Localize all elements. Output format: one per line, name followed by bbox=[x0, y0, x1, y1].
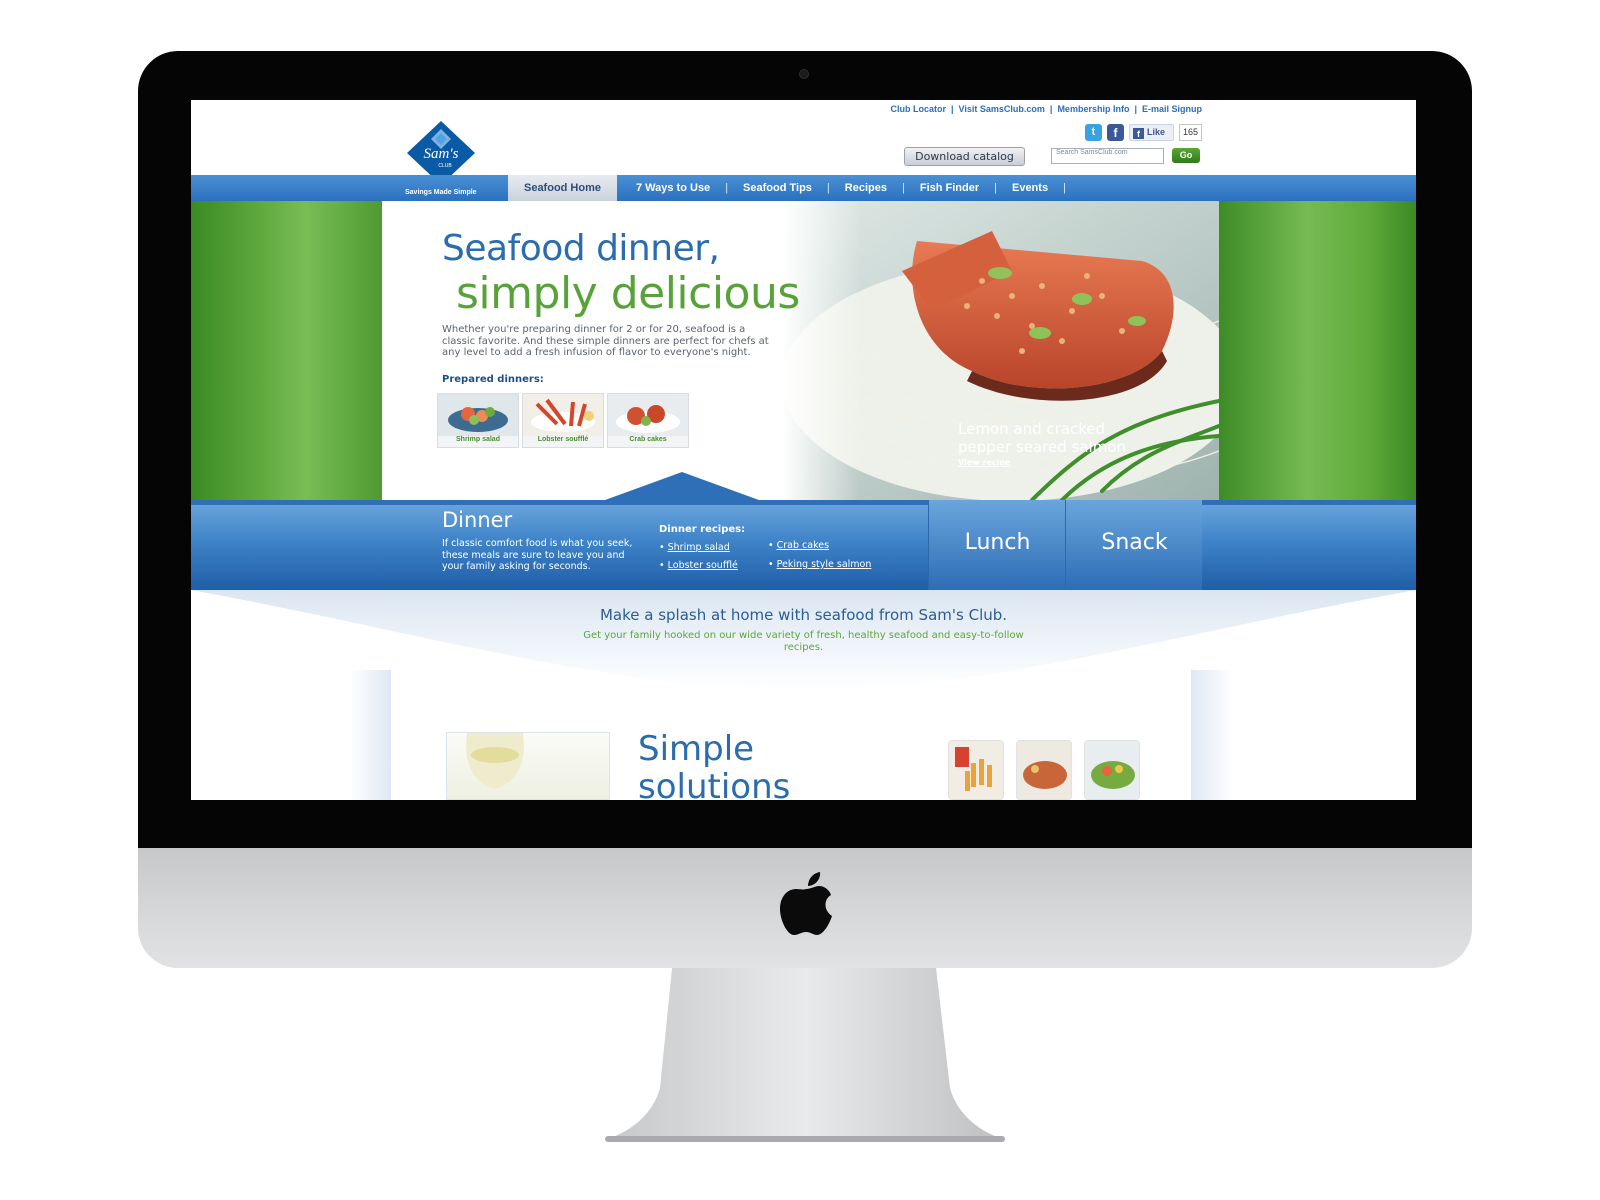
mini-thumb-salad[interactable] bbox=[1084, 740, 1140, 800]
link-separator: | bbox=[951, 104, 954, 114]
wine-glass-image bbox=[466, 733, 524, 789]
meal-band-pointer bbox=[594, 472, 770, 504]
recipe-link-text[interactable]: Crab cakes bbox=[777, 540, 829, 551]
salad-image bbox=[1085, 741, 1139, 799]
title-line1: Simple bbox=[638, 729, 755, 769]
recipe-link-peking-salmon[interactable]: • Peking style salmon bbox=[768, 559, 871, 570]
lobster-souffle-image bbox=[523, 394, 603, 436]
recipe-link-shrimp-salad[interactable]: • Shrimp salad bbox=[659, 542, 730, 553]
tab-lunch[interactable]: Lunch bbox=[928, 500, 1065, 590]
nav-separator: | bbox=[1063, 182, 1066, 194]
fish-fillet-image bbox=[1017, 741, 1071, 799]
hero-headline-line2: simply delicious bbox=[456, 268, 800, 319]
nav-items: 7 Ways to Use | Seafood Tips | Recipes | Fish … bbox=[617, 175, 1081, 201]
club-locator-link[interactable]: Club Locator bbox=[891, 104, 947, 114]
apple-logo-icon bbox=[780, 872, 832, 935]
nav-separator: | bbox=[826, 182, 830, 194]
nav-separator: | bbox=[725, 182, 729, 194]
thumb-crab-cakes[interactable]: Crab cakes bbox=[607, 393, 689, 448]
like-count: 165 bbox=[1179, 124, 1202, 141]
recipe-link-lobster-souffle[interactable]: • Lobster soufflé bbox=[659, 560, 738, 571]
logo-subword: CLUB bbox=[438, 163, 452, 169]
recipe-link-text[interactable]: Peking style salmon bbox=[777, 559, 872, 570]
link-separator: | bbox=[1049, 104, 1053, 114]
simple-solutions-title: Simple solutions bbox=[638, 730, 790, 800]
logo-tagline: Savings Made Simple bbox=[405, 189, 477, 196]
fries-image bbox=[949, 741, 1003, 799]
logo-wordmark: Sam's bbox=[424, 146, 459, 162]
lower-shadow-right bbox=[1191, 670, 1233, 800]
monitor-stand bbox=[605, 968, 1005, 1142]
splash-title: Make a splash at home with seafood from … bbox=[599, 606, 1008, 624]
mini-thumb-fries[interactable] bbox=[948, 740, 1004, 800]
utility-links: Club Locator | Visit SamsClub.com | Membersh… bbox=[891, 104, 1203, 114]
green-backdrop-left bbox=[191, 201, 382, 500]
dinner-description: If classic comfort food is what you seek… bbox=[442, 538, 633, 572]
thumb-label: Shrimp salad bbox=[456, 436, 500, 443]
download-catalog-button[interactable]: Download catalog bbox=[904, 147, 1025, 166]
camera-icon bbox=[799, 69, 809, 79]
thumb-label: Crab cakes bbox=[629, 436, 667, 443]
wine-image-card[interactable] bbox=[446, 732, 610, 800]
hero-intro-text: Whether you're preparing dinner for 2 or… bbox=[442, 324, 769, 358]
dinner-title[interactable]: Dinner bbox=[442, 508, 512, 532]
thumb-lobster-souffle[interactable]: Lobster soufflé bbox=[522, 393, 604, 448]
green-backdrop-right bbox=[1219, 201, 1416, 500]
photo-caption: Lemon and cracked pepper seared salmon bbox=[958, 420, 1127, 456]
visit-samsclub-link[interactable]: Visit SamsClub.com bbox=[959, 104, 1045, 114]
thumb-label: Lobster soufflé bbox=[537, 436, 589, 443]
link-separator: | bbox=[1134, 104, 1137, 114]
twitter-icon[interactable]: t bbox=[1085, 124, 1102, 141]
mini-thumb-fish-fillet[interactable] bbox=[1016, 740, 1072, 800]
hero-headline-line1: Seafood dinner, bbox=[442, 228, 720, 269]
tab-lunch-label: Lunch bbox=[964, 530, 1031, 555]
facebook-like-button[interactable]: f Like bbox=[1129, 124, 1174, 141]
search-input[interactable]: Search SamsClub.com bbox=[1051, 148, 1164, 164]
facebook-small-icon: f bbox=[1133, 128, 1144, 139]
meal-band-topline bbox=[191, 500, 1416, 505]
tab-seafood-tips[interactable]: Seafood Tips bbox=[743, 175, 812, 202]
tab-events[interactable]: Events bbox=[1012, 175, 1048, 202]
tab-fish-finder[interactable]: Fish Finder bbox=[920, 175, 979, 202]
title-line2: solutions bbox=[638, 767, 791, 800]
recipe-link-text[interactable]: Shrimp salad bbox=[668, 542, 730, 553]
view-recipe-link[interactable]: View recipe bbox=[958, 458, 1010, 467]
tab-7-ways[interactable]: 7 Ways to Use bbox=[636, 175, 710, 202]
tab-recipes[interactable]: Recipes bbox=[845, 175, 887, 202]
website-screen: Club Locator | Visit SamsClub.com | Membersh… bbox=[191, 100, 1416, 800]
crab-cakes-image bbox=[608, 394, 688, 436]
lower-shadow-left bbox=[349, 670, 391, 800]
tab-seafood-home[interactable]: Seafood Home bbox=[508, 175, 617, 201]
recipe-link-crab-cakes[interactable]: • Crab cakes bbox=[768, 540, 829, 551]
like-label: Like bbox=[1147, 127, 1166, 137]
tab-snack[interactable]: Snack bbox=[1065, 500, 1202, 590]
facebook-icon[interactable]: f bbox=[1107, 124, 1124, 141]
prepared-dinners-label: Prepared dinners: bbox=[442, 374, 544, 385]
nav-separator: | bbox=[994, 182, 997, 194]
email-signup-link[interactable]: E-mail Signup bbox=[1142, 104, 1202, 114]
tab-snack-label: Snack bbox=[1101, 530, 1168, 555]
recipe-link-text[interactable]: Lobster soufflé bbox=[668, 560, 738, 571]
dinner-recipes-label: Dinner recipes: bbox=[659, 524, 746, 535]
shrimp-salad-image bbox=[438, 394, 518, 436]
nav-separator: | bbox=[901, 182, 905, 194]
splash-subtitle: Get your family hooked on our wide varie… bbox=[583, 630, 1024, 653]
membership-info-link[interactable]: Membership Info bbox=[1057, 104, 1129, 114]
go-button[interactable]: Go bbox=[1172, 148, 1200, 163]
thumb-shrimp-salad[interactable]: Shrimp salad bbox=[437, 393, 519, 448]
